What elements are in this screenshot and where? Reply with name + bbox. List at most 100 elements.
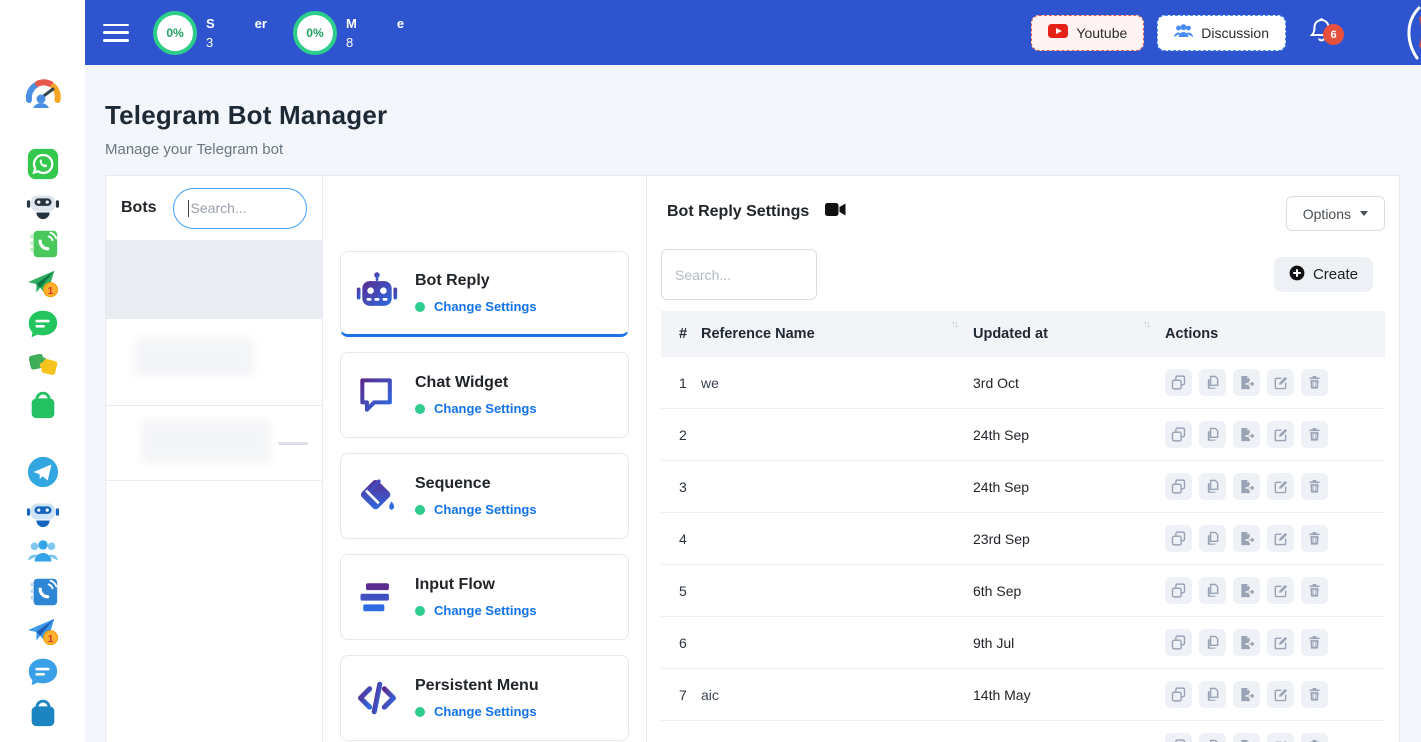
delete-icon[interactable] xyxy=(1301,733,1328,742)
sort-icon[interactable]: ↑↓ xyxy=(951,319,957,330)
copy-icon[interactable] xyxy=(1165,681,1192,708)
column-header-actions: Actions xyxy=(1159,311,1385,357)
card-sequence[interactable]: Sequence Change Settings xyxy=(340,453,629,539)
sort-icon[interactable]: ↑↓ xyxy=(1143,319,1149,330)
export-icon[interactable] xyxy=(1233,681,1260,708)
youtube-icon xyxy=(1048,24,1068,41)
export-icon[interactable] xyxy=(1233,525,1260,552)
change-settings-link[interactable]: Change Settings xyxy=(434,603,537,618)
delete-icon[interactable] xyxy=(1301,369,1328,396)
copy-icon[interactable] xyxy=(1165,577,1192,604)
reply-search-input[interactable] xyxy=(661,249,817,300)
clone-icon[interactable] xyxy=(1199,421,1226,448)
telegram-icon[interactable] xyxy=(26,455,60,489)
telegram-store-icon[interactable] xyxy=(26,695,60,729)
hamburger-menu-icon[interactable] xyxy=(103,24,129,42)
edit-icon[interactable] xyxy=(1267,733,1294,742)
input-flow-icon xyxy=(355,575,399,619)
copy-icon[interactable] xyxy=(1165,369,1192,396)
edit-icon[interactable] xyxy=(1267,525,1294,552)
row-number: 3 xyxy=(661,461,695,513)
bot-list-item[interactable] xyxy=(106,318,322,405)
copy-icon[interactable] xyxy=(1165,733,1192,742)
column-header-reference-name[interactable]: Reference Name↑↓ xyxy=(695,311,967,357)
telegram-chat-icon[interactable] xyxy=(26,655,60,689)
copy-icon[interactable] xyxy=(1165,525,1192,552)
whatsapp-broadcast-icon[interactable] xyxy=(26,267,60,301)
clone-icon[interactable] xyxy=(1199,525,1226,552)
export-icon[interactable] xyxy=(1233,369,1260,396)
status-dot xyxy=(415,505,425,515)
settings-cards-column: Bot Reply Change Settings Chat Widget Ch… xyxy=(323,176,647,742)
table-row: 6 9th Jul xyxy=(661,617,1385,669)
chevron-down-icon xyxy=(1360,211,1368,216)
card-chat-widget[interactable]: Chat Widget Change Settings xyxy=(340,352,629,438)
export-icon[interactable] xyxy=(1233,733,1260,742)
clone-icon[interactable] xyxy=(1199,369,1226,396)
clone-icon[interactable] xyxy=(1199,733,1226,742)
reference-name xyxy=(695,513,967,565)
edit-icon[interactable] xyxy=(1267,421,1294,448)
change-settings-link[interactable]: Change Settings xyxy=(434,299,537,314)
edit-icon[interactable] xyxy=(1267,473,1294,500)
bots-search-input[interactable] xyxy=(191,200,292,216)
edit-icon[interactable] xyxy=(1267,369,1294,396)
copy-icon[interactable] xyxy=(1165,421,1192,448)
clone-icon[interactable] xyxy=(1199,629,1226,656)
telegram-contacts-icon[interactable] xyxy=(26,575,60,609)
edit-icon[interactable] xyxy=(1267,629,1294,656)
reference-name xyxy=(695,617,967,669)
subscriber-progress-ring: 0% xyxy=(153,11,197,55)
main-panel: Bots xyxy=(105,175,1400,742)
dashboard-gauge-icon[interactable] xyxy=(24,74,62,112)
create-button[interactable]: Create xyxy=(1274,257,1373,292)
export-icon[interactable] xyxy=(1233,629,1260,656)
bots-search-field xyxy=(173,188,307,229)
column-header-updated-at[interactable]: Updated at↑↓ xyxy=(967,311,1159,357)
reference-name: aic xyxy=(695,669,967,721)
updated-at: 24th Sep xyxy=(967,409,1159,461)
discussion-button[interactable]: Discussion xyxy=(1157,15,1286,51)
copy-icon[interactable] xyxy=(1165,629,1192,656)
video-camera-icon[interactable] xyxy=(825,202,846,222)
export-icon[interactable] xyxy=(1233,577,1260,604)
export-icon[interactable] xyxy=(1233,473,1260,500)
telegram-broadcast-icon[interactable] xyxy=(26,615,60,649)
whatsapp-icon[interactable] xyxy=(26,147,60,181)
bot-reply-settings-column: Bot Reply Settings Options Create xyxy=(647,176,1399,742)
change-settings-link[interactable]: Change Settings xyxy=(434,401,537,416)
bot-list-item[interactable] xyxy=(106,240,322,318)
updated-at: 14th May xyxy=(967,669,1159,721)
change-settings-link[interactable]: Change Settings xyxy=(434,704,537,719)
clone-icon[interactable] xyxy=(1199,577,1226,604)
delete-icon[interactable] xyxy=(1301,421,1328,448)
telegram-bot-icon[interactable] xyxy=(26,495,60,529)
copy-icon[interactable] xyxy=(1165,473,1192,500)
bot-list-item[interactable] xyxy=(106,405,322,481)
delete-icon[interactable] xyxy=(1301,681,1328,708)
youtube-button[interactable]: Youtube xyxy=(1031,15,1144,51)
delete-icon[interactable] xyxy=(1301,577,1328,604)
card-bot-reply[interactable]: Bot Reply Change Settings xyxy=(340,251,629,337)
delete-icon[interactable] xyxy=(1301,629,1328,656)
whatsapp-chat-icon[interactable] xyxy=(26,307,60,341)
clone-icon[interactable] xyxy=(1199,473,1226,500)
reference-name xyxy=(695,409,967,461)
whatsapp-call-icon[interactable] xyxy=(26,227,60,261)
export-icon[interactable] xyxy=(1233,421,1260,448)
change-settings-link[interactable]: Change Settings xyxy=(434,502,537,517)
notifications-bell[interactable]: 6 xyxy=(1310,17,1333,48)
card-input-flow[interactable]: Input Flow Change Settings xyxy=(340,554,629,640)
edit-icon[interactable] xyxy=(1267,577,1294,604)
reference-name: we xyxy=(695,357,967,409)
clone-icon[interactable] xyxy=(1199,681,1226,708)
whatsapp-store-icon[interactable] xyxy=(26,387,60,421)
whatsapp-bot-icon[interactable] xyxy=(26,187,60,221)
telegram-members-icon[interactable] xyxy=(26,535,60,569)
delete-icon[interactable] xyxy=(1301,473,1328,500)
options-dropdown-button[interactable]: Options xyxy=(1286,196,1385,231)
card-persistent-menu[interactable]: Persistent Menu Change Settings xyxy=(340,655,629,741)
integrations-puzzle-icon[interactable] xyxy=(26,347,60,381)
delete-icon[interactable] xyxy=(1301,525,1328,552)
edit-icon[interactable] xyxy=(1267,681,1294,708)
